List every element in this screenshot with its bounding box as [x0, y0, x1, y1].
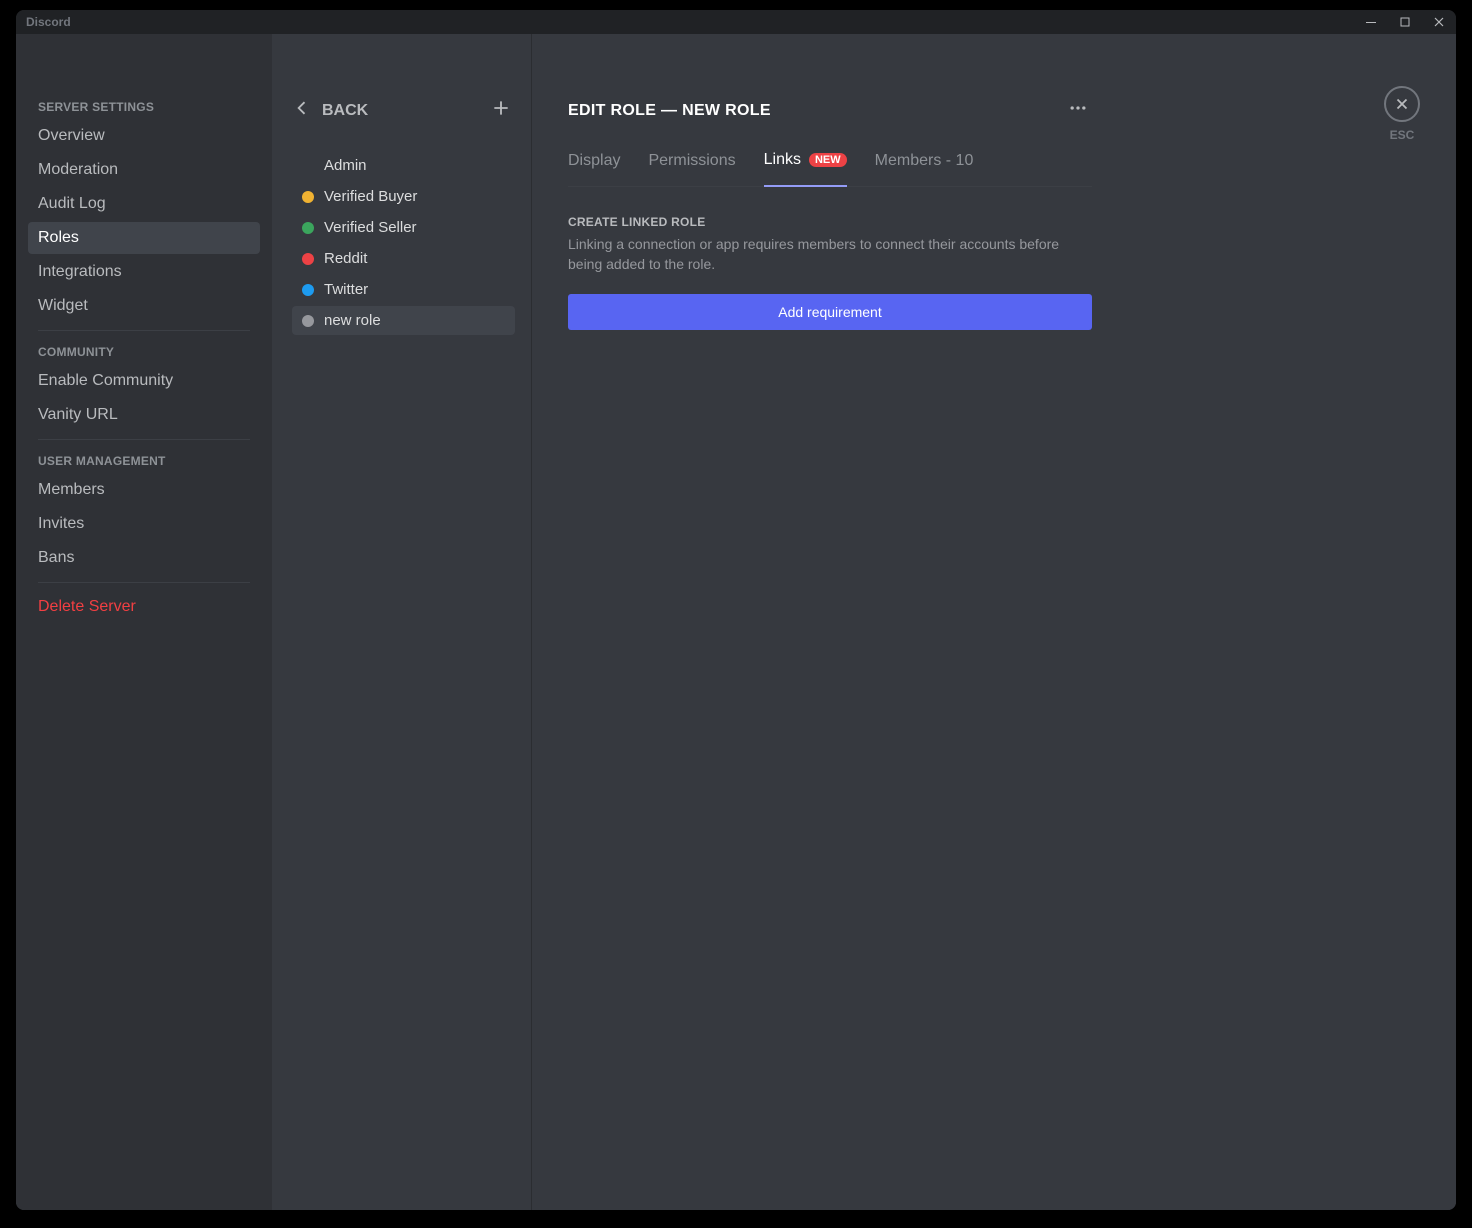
role-color-dot [302, 315, 314, 327]
edit-role-tabs: Display Permissions Links NEW Members - … [568, 151, 1092, 187]
role-list-item[interactable]: Verified Buyer [292, 182, 515, 211]
linked-role-description: Linking a connection or app requires mem… [568, 235, 1092, 274]
add-role-button[interactable] [487, 94, 515, 127]
arrow-left-icon [292, 98, 312, 123]
role-color-dot [302, 222, 314, 234]
sidebar-item-delete-server[interactable]: Delete Server [28, 591, 260, 623]
window-close-button[interactable] [1422, 10, 1456, 34]
sidebar-item-vanity-url[interactable]: Vanity URL [28, 399, 260, 431]
role-list-label: Verified Seller [324, 219, 417, 236]
sidebar-item-enable-community[interactable]: Enable Community [28, 365, 260, 397]
add-requirement-button[interactable]: Add requirement [568, 294, 1092, 330]
role-color-dot [302, 253, 314, 265]
sidebar-divider [38, 439, 250, 440]
role-list-item[interactable]: Admin [292, 151, 515, 180]
tab-members[interactable]: Members - 10 [875, 151, 974, 186]
role-list-label: new role [324, 312, 381, 329]
sidebar-divider [38, 582, 250, 583]
role-list-item[interactable]: Verified Seller [292, 213, 515, 242]
sidebar-section-user-management: USER MANAGEMENT [28, 448, 260, 474]
sidebar-item-overview[interactable]: Overview [28, 120, 260, 152]
new-badge: NEW [809, 153, 847, 167]
more-options-button[interactable] [1064, 94, 1092, 127]
role-color-dot [302, 160, 314, 172]
sidebar-item-widget[interactable]: Widget [28, 290, 260, 322]
edit-role-title: EDIT ROLE — NEW ROLE [568, 102, 771, 120]
role-list-item[interactable]: new role [292, 306, 515, 335]
sidebar-divider [38, 330, 250, 331]
window-title: Discord [26, 15, 71, 29]
role-list-label: Twitter [324, 281, 368, 298]
window-maximize-button[interactable] [1388, 10, 1422, 34]
sidebar-item-moderation[interactable]: Moderation [28, 154, 260, 186]
window-titlebar: Discord [16, 10, 1456, 34]
close-settings-button[interactable] [1384, 86, 1420, 122]
sidebar-item-bans[interactable]: Bans [28, 542, 260, 574]
role-color-dot [302, 191, 314, 203]
role-list-label: Reddit [324, 250, 367, 267]
role-color-dot [302, 284, 314, 296]
sidebar-item-invites[interactable]: Invites [28, 508, 260, 540]
sidebar-item-members[interactable]: Members [28, 474, 260, 506]
close-settings-label: ESC [1384, 128, 1420, 142]
sidebar-item-integrations[interactable]: Integrations [28, 256, 260, 288]
tab-links[interactable]: Links NEW [764, 151, 847, 187]
role-list-item[interactable]: Reddit [292, 244, 515, 273]
edit-role-panel: EDIT ROLE — NEW ROLE Display Permissions… [532, 34, 1172, 1210]
sidebar-section-community: COMMUNITY [28, 339, 260, 365]
sidebar-item-audit-log[interactable]: Audit Log [28, 188, 260, 220]
linked-role-heading: CREATE LINKED ROLE [568, 215, 1092, 229]
role-list-item[interactable]: Twitter [292, 275, 515, 304]
tab-display[interactable]: Display [568, 151, 620, 186]
window-minimize-button[interactable] [1354, 10, 1388, 34]
sidebar-section-server-settings: SERVER SETTINGS [28, 94, 260, 120]
role-list-label: Verified Buyer [324, 188, 417, 205]
settings-sidebar: SERVER SETTINGS Overview Moderation Audi… [16, 34, 272, 1210]
role-list-label: Admin [324, 157, 367, 174]
back-label: BACK [322, 102, 368, 120]
roles-list-column: BACK Admin Verified Buyer [272, 34, 532, 1210]
sidebar-item-roles[interactable]: Roles [28, 222, 260, 254]
tab-permissions[interactable]: Permissions [648, 151, 735, 186]
back-button[interactable]: BACK [292, 98, 368, 123]
